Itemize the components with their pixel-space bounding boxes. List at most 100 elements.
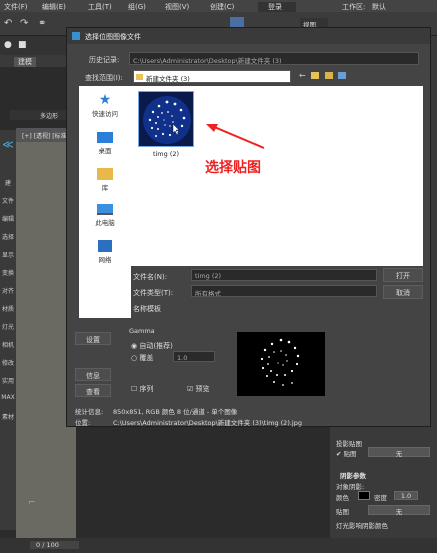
- filename-input[interactable]: timg (2): [191, 269, 377, 281]
- side-item[interactable]: 相机: [0, 340, 16, 349]
- place-label: 网络: [98, 256, 112, 264]
- cancel-button[interactable]: 取消: [383, 285, 423, 299]
- sequence-checkbox[interactable]: ☐ 序列: [131, 384, 154, 394]
- ribbon-tabs: 建模: [0, 55, 70, 67]
- side-item[interactable]: 实用: [0, 376, 16, 385]
- dialog-app-icon: [72, 32, 80, 40]
- map-checkbox-label[interactable]: ✔ 贴图: [336, 448, 357, 458]
- menu-edit[interactable]: 编辑(E): [42, 2, 66, 12]
- workspace-value[interactable]: 默认: [372, 2, 386, 12]
- place-label: 此电脑: [95, 219, 115, 227]
- file-item-label[interactable]: timg (2): [138, 150, 194, 158]
- shadow-params-header[interactable]: 阴影参数: [340, 470, 366, 480]
- file-list-area: timg (2): [131, 86, 423, 266]
- annotation-text: 选择贴图: [205, 160, 261, 176]
- shadow-map-label: 投影贴图: [336, 440, 362, 448]
- side-item[interactable]: 编辑: [0, 214, 16, 223]
- menu-view[interactable]: 视图(V): [165, 2, 189, 12]
- stats-value: 850x851, RGB 颜色 8 位/通道 - 单个图像: [113, 408, 238, 416]
- side-item[interactable]: 对齐: [0, 286, 16, 295]
- light-properties-panel: 投影贴图 ✔ 贴图 无 阴影参数 对象阴影: 颜色 密度 1.0 贴图 无 灯光…: [330, 410, 437, 538]
- back-arrow-icon[interactable]: ←: [299, 71, 306, 80]
- spiral-preview-icon: [260, 338, 300, 386]
- map-label: 贴图: [343, 450, 357, 458]
- desktop-icon: [97, 132, 113, 143]
- menu-group[interactable]: 组(G): [128, 2, 146, 12]
- menu-file[interactable]: 文件(F): [4, 2, 28, 12]
- star-icon: ★: [98, 92, 112, 108]
- place-quick-access[interactable]: ★ 快速访问: [79, 92, 131, 118]
- side-item[interactable]: 灯光: [0, 322, 16, 331]
- shadow-color-swatch[interactable]: [358, 491, 370, 500]
- timeline-bar: 0 / 100: [0, 538, 437, 553]
- menu-tools[interactable]: 工具(T): [88, 2, 112, 12]
- gamma-label: Gamma: [129, 327, 155, 335]
- filetype-label: 文件类型(T):: [133, 289, 174, 297]
- lookin-label: 查找范围(I):: [85, 74, 123, 82]
- login-field[interactable]: 登录: [258, 2, 296, 12]
- map-none-button[interactable]: 无: [368, 447, 430, 458]
- history-dropdown[interactable]: C:\Users\Administrator\Desktop\新建文件夹 (3): [129, 52, 419, 65]
- side-item[interactable]: 修改: [0, 358, 16, 367]
- link-icon[interactable]: ⚭: [38, 18, 46, 29]
- location-label: 位置:: [75, 419, 91, 427]
- place-desktop[interactable]: 桌面: [79, 130, 131, 155]
- file-thumbnail[interactable]: [138, 91, 194, 147]
- polygon-label: 多边形: [40, 113, 59, 120]
- side-item[interactable]: 材质: [0, 304, 16, 313]
- timeline-slider[interactable]: 0 / 100: [30, 541, 79, 549]
- computer-icon: [97, 204, 113, 215]
- map2-label[interactable]: 贴图: [336, 506, 349, 516]
- side-item[interactable]: 建: [0, 178, 16, 187]
- place-label: 库: [101, 184, 109, 192]
- place-library[interactable]: 库: [79, 166, 131, 192]
- side-item[interactable]: MAX: [0, 394, 16, 401]
- density-spinner[interactable]: 1.0: [394, 491, 418, 500]
- view-menu-icon[interactable]: [338, 72, 346, 79]
- info-button[interactable]: 信息: [75, 368, 111, 381]
- gamma-value-spinner[interactable]: 1.0: [173, 351, 215, 362]
- open-button[interactable]: 打开: [383, 268, 423, 282]
- library-icon: [97, 168, 113, 180]
- gamma-auto-radio[interactable]: ◉ 自动(推荐): [131, 341, 173, 351]
- lookin-dropdown[interactable]: 新建文件夹 (3): [133, 70, 291, 83]
- annotation-arrow-icon: [206, 124, 265, 149]
- undo-icon[interactable]: ↶: [4, 18, 12, 29]
- view-button[interactable]: 查看: [75, 384, 111, 397]
- sphere-icon[interactable]: ●: [4, 40, 12, 50]
- light-affects-shadow-label[interactable]: 灯光影响阴影颜色: [336, 520, 388, 530]
- place-this-pc[interactable]: 此电脑: [79, 202, 131, 227]
- tab-modeling[interactable]: 建模: [14, 57, 36, 67]
- object-shadow-label: 对象阴影:: [336, 483, 365, 491]
- viewport-label[interactable]: [+] [透视] [标准]: [22, 131, 69, 140]
- place-network[interactable]: 网络: [79, 238, 131, 264]
- setup-button[interactable]: 设置: [75, 332, 111, 345]
- side-item[interactable]: 素材: [0, 412, 16, 421]
- side-item[interactable]: 变换: [0, 268, 16, 277]
- preview-label: 预览: [195, 385, 210, 393]
- color-label: 颜色: [336, 494, 349, 502]
- side-item[interactable]: 选择: [0, 232, 16, 241]
- history-label: 历史记录:: [89, 56, 120, 64]
- side-item[interactable]: 显示: [0, 250, 16, 259]
- dialog-titlebar: 选择位图图像文件: [67, 28, 430, 44]
- preview-checkbox[interactable]: ☑ 预览: [187, 384, 210, 394]
- lookin-value: 新建文件夹 (3): [146, 75, 190, 83]
- network-icon: [98, 240, 112, 252]
- image-preview: [237, 332, 325, 396]
- map2-none-button[interactable]: 无: [368, 505, 430, 516]
- template-label: 名称模板: [133, 305, 161, 313]
- location-value: C:\Users\Administrator\Desktop\新建文件夹 (3)…: [113, 419, 302, 427]
- filename-label: 文件名(N):: [133, 273, 168, 281]
- gamma-override-radio[interactable]: ○ 覆盖: [131, 353, 153, 363]
- menu-bar: 文件(F) 编辑(E) 工具(T) 组(G) 视图(V) 创建(C) 登录 工作…: [0, 0, 437, 12]
- redo-icon[interactable]: ↷: [20, 18, 28, 29]
- cube-icon[interactable]: ■: [18, 40, 27, 50]
- menu-create[interactable]: 创建(C): [210, 2, 234, 12]
- side-item[interactable]: 文件: [0, 196, 16, 205]
- new-folder-icon[interactable]: [325, 72, 333, 79]
- gamma-override-label: 覆盖: [139, 354, 154, 362]
- filetype-dropdown[interactable]: 所有格式: [191, 285, 377, 297]
- select-bitmap-dialog: 选择位图图像文件 历史记录: C:\Users\Administrator\De…: [66, 27, 431, 427]
- up-folder-icon[interactable]: [311, 72, 319, 79]
